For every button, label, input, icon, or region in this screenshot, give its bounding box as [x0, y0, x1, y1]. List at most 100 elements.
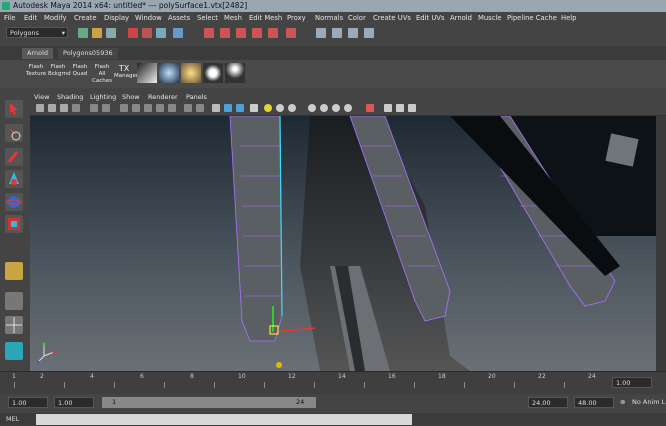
shelf-flash-quad-button[interactable]: Flash Quad — [70, 64, 90, 84]
shelf-mesh-light-icon[interactable] — [203, 63, 223, 83]
default-light-icon[interactable] — [288, 104, 296, 112]
menu-proxy[interactable]: Proxy — [287, 12, 306, 24]
panel-menu-view[interactable]: View — [34, 92, 49, 103]
menu-edit[interactable]: Edit — [24, 12, 37, 24]
menu-display[interactable]: Display — [104, 12, 129, 24]
camera-attributes-icon[interactable] — [48, 104, 56, 112]
select-by-component-icon[interactable] — [156, 28, 166, 38]
anti-aliasing-icon[interactable] — [332, 104, 340, 112]
layout-four-pane-icon[interactable] — [5, 316, 23, 334]
field-chart-icon[interactable] — [144, 104, 152, 112]
shelf-tab-arnold[interactable]: Arnold — [22, 48, 54, 59]
time-slider[interactable] — [0, 371, 666, 394]
menu-edit-mesh[interactable]: Edit Mesh — [249, 12, 282, 24]
depth-of-field-icon[interactable] — [344, 104, 352, 112]
anim-layer-label[interactable]: No Anim L — [632, 397, 665, 408]
shelf-tx-manager-button[interactable]: TX Manager — [114, 64, 138, 84]
panel-menu-lighting[interactable]: Lighting — [90, 92, 116, 103]
save-scene-icon[interactable] — [106, 28, 116, 38]
render-current-icon[interactable] — [332, 28, 342, 38]
shelf-light-icon[interactable] — [137, 63, 157, 83]
rotate-tool-icon[interactable] — [5, 193, 23, 211]
shelf-flash-all-caches-button[interactable]: Flash All Caches — [92, 64, 112, 84]
use-all-lights-icon[interactable] — [264, 104, 272, 112]
resolution-gate-icon[interactable] — [120, 104, 128, 112]
menu-modify[interactable]: Modify — [44, 12, 67, 24]
select-by-hierarchy-icon[interactable] — [128, 28, 138, 38]
safe-title-icon[interactable] — [168, 104, 176, 112]
lasso-tool-icon[interactable] — [5, 124, 23, 142]
outliner-layout-icon[interactable] — [5, 342, 23, 360]
menu-color[interactable]: Color — [348, 12, 366, 24]
playback-end-field[interactable]: 24.00 — [528, 397, 568, 408]
shelf-flash-bckgrnd-button[interactable]: Flash Bckgrnd — [48, 64, 71, 84]
panel-menu-panels[interactable]: Panels — [186, 92, 207, 103]
menu-select[interactable]: Select — [197, 12, 218, 24]
soft-mod-tool-icon[interactable] — [5, 262, 23, 280]
playback-start-field[interactable]: 1.00 — [54, 397, 94, 408]
menu-pipeline-cache[interactable]: Pipeline Cache — [507, 12, 557, 24]
select-camera-icon[interactable] — [36, 104, 44, 112]
menu-arnold[interactable]: Arnold — [450, 12, 472, 24]
isolate-icon[interactable] — [366, 104, 374, 112]
snap-grid-icon[interactable] — [204, 28, 214, 38]
select-tool-icon[interactable] — [5, 100, 23, 118]
ipr-render-icon[interactable] — [348, 28, 358, 38]
mel-label[interactable]: MEL — [6, 414, 19, 425]
start-time-field[interactable]: 1.00 — [8, 397, 48, 408]
command-input[interactable] — [36, 414, 412, 425]
scale-tool-icon[interactable] — [5, 215, 23, 233]
gate-mask-icon[interactable] — [132, 104, 140, 112]
menu-mesh[interactable]: Mesh — [224, 12, 242, 24]
xray-icon[interactable] — [196, 104, 204, 112]
menu-edit-uvs[interactable]: Edit UVs — [416, 12, 445, 24]
menu-normals[interactable]: Normals — [315, 12, 343, 24]
shelf-flash-texture-button[interactable]: Flash Texture — [26, 64, 46, 84]
shadows-icon[interactable] — [276, 104, 284, 112]
render-settings-icon[interactable] — [364, 28, 374, 38]
menu-create-uvs[interactable]: Create UVs — [373, 12, 411, 24]
layout-single-pane-icon[interactable] — [5, 292, 23, 310]
snap-plane-icon[interactable] — [252, 28, 262, 38]
wireframe-icon[interactable] — [212, 104, 220, 112]
safe-action-icon[interactable] — [156, 104, 164, 112]
shelf-photometric-light-icon[interactable] — [225, 63, 245, 83]
select-by-object-icon[interactable] — [142, 28, 152, 38]
screen-space-ao-icon[interactable] — [308, 104, 316, 112]
move-manipulator-x[interactable] — [272, 327, 316, 333]
snap-curve-icon[interactable] — [220, 28, 230, 38]
isolate-select-icon[interactable] — [184, 104, 192, 112]
menu-window[interactable]: Window — [135, 12, 162, 24]
panel-menu-renderer[interactable]: Renderer — [148, 92, 178, 103]
menu-set-dropdown[interactable]: Polygons ▾ — [6, 27, 68, 38]
grid-icon[interactable] — [90, 104, 98, 112]
paint-select-tool-icon[interactable] — [5, 148, 23, 166]
menu-assets[interactable]: Assets — [168, 12, 190, 24]
menu-create[interactable]: Create — [74, 12, 97, 24]
image-plane-icon[interactable] — [72, 104, 80, 112]
history-icon[interactable] — [286, 28, 296, 38]
snap-point-icon[interactable] — [236, 28, 246, 38]
perspective-viewport[interactable] — [30, 116, 656, 371]
menu-muscle[interactable]: Muscle — [478, 12, 502, 24]
panel-options-icon[interactable] — [408, 104, 416, 112]
mask-icon[interactable] — [173, 28, 183, 38]
wireframe-on-shaded-icon[interactable] — [236, 104, 244, 112]
bookmark-icon[interactable] — [60, 104, 68, 112]
shelf-skydome-icon[interactable] — [159, 63, 179, 83]
shelf-tab-polygons[interactable]: Polygons05936 — [58, 48, 118, 59]
move-tool-icon[interactable] — [5, 170, 23, 188]
snap-live-icon[interactable] — [268, 28, 278, 38]
menu-help[interactable]: Help — [561, 12, 577, 24]
hud-icon[interactable] — [396, 104, 404, 112]
panel-menu-shading[interactable]: Shading — [57, 92, 83, 103]
end-time-field[interactable]: 48.00 — [574, 397, 614, 408]
open-scene-icon[interactable] — [92, 28, 102, 38]
shelf-area-light-icon[interactable] — [181, 63, 201, 83]
range-slider-bar[interactable]: 1 24 — [102, 397, 316, 408]
film-gate-icon[interactable] — [102, 104, 110, 112]
new-scene-icon[interactable] — [78, 28, 88, 38]
current-frame-field[interactable]: 1.00 — [612, 377, 652, 388]
motion-blur-icon[interactable] — [320, 104, 328, 112]
panel-menu-show[interactable]: Show — [122, 92, 140, 103]
